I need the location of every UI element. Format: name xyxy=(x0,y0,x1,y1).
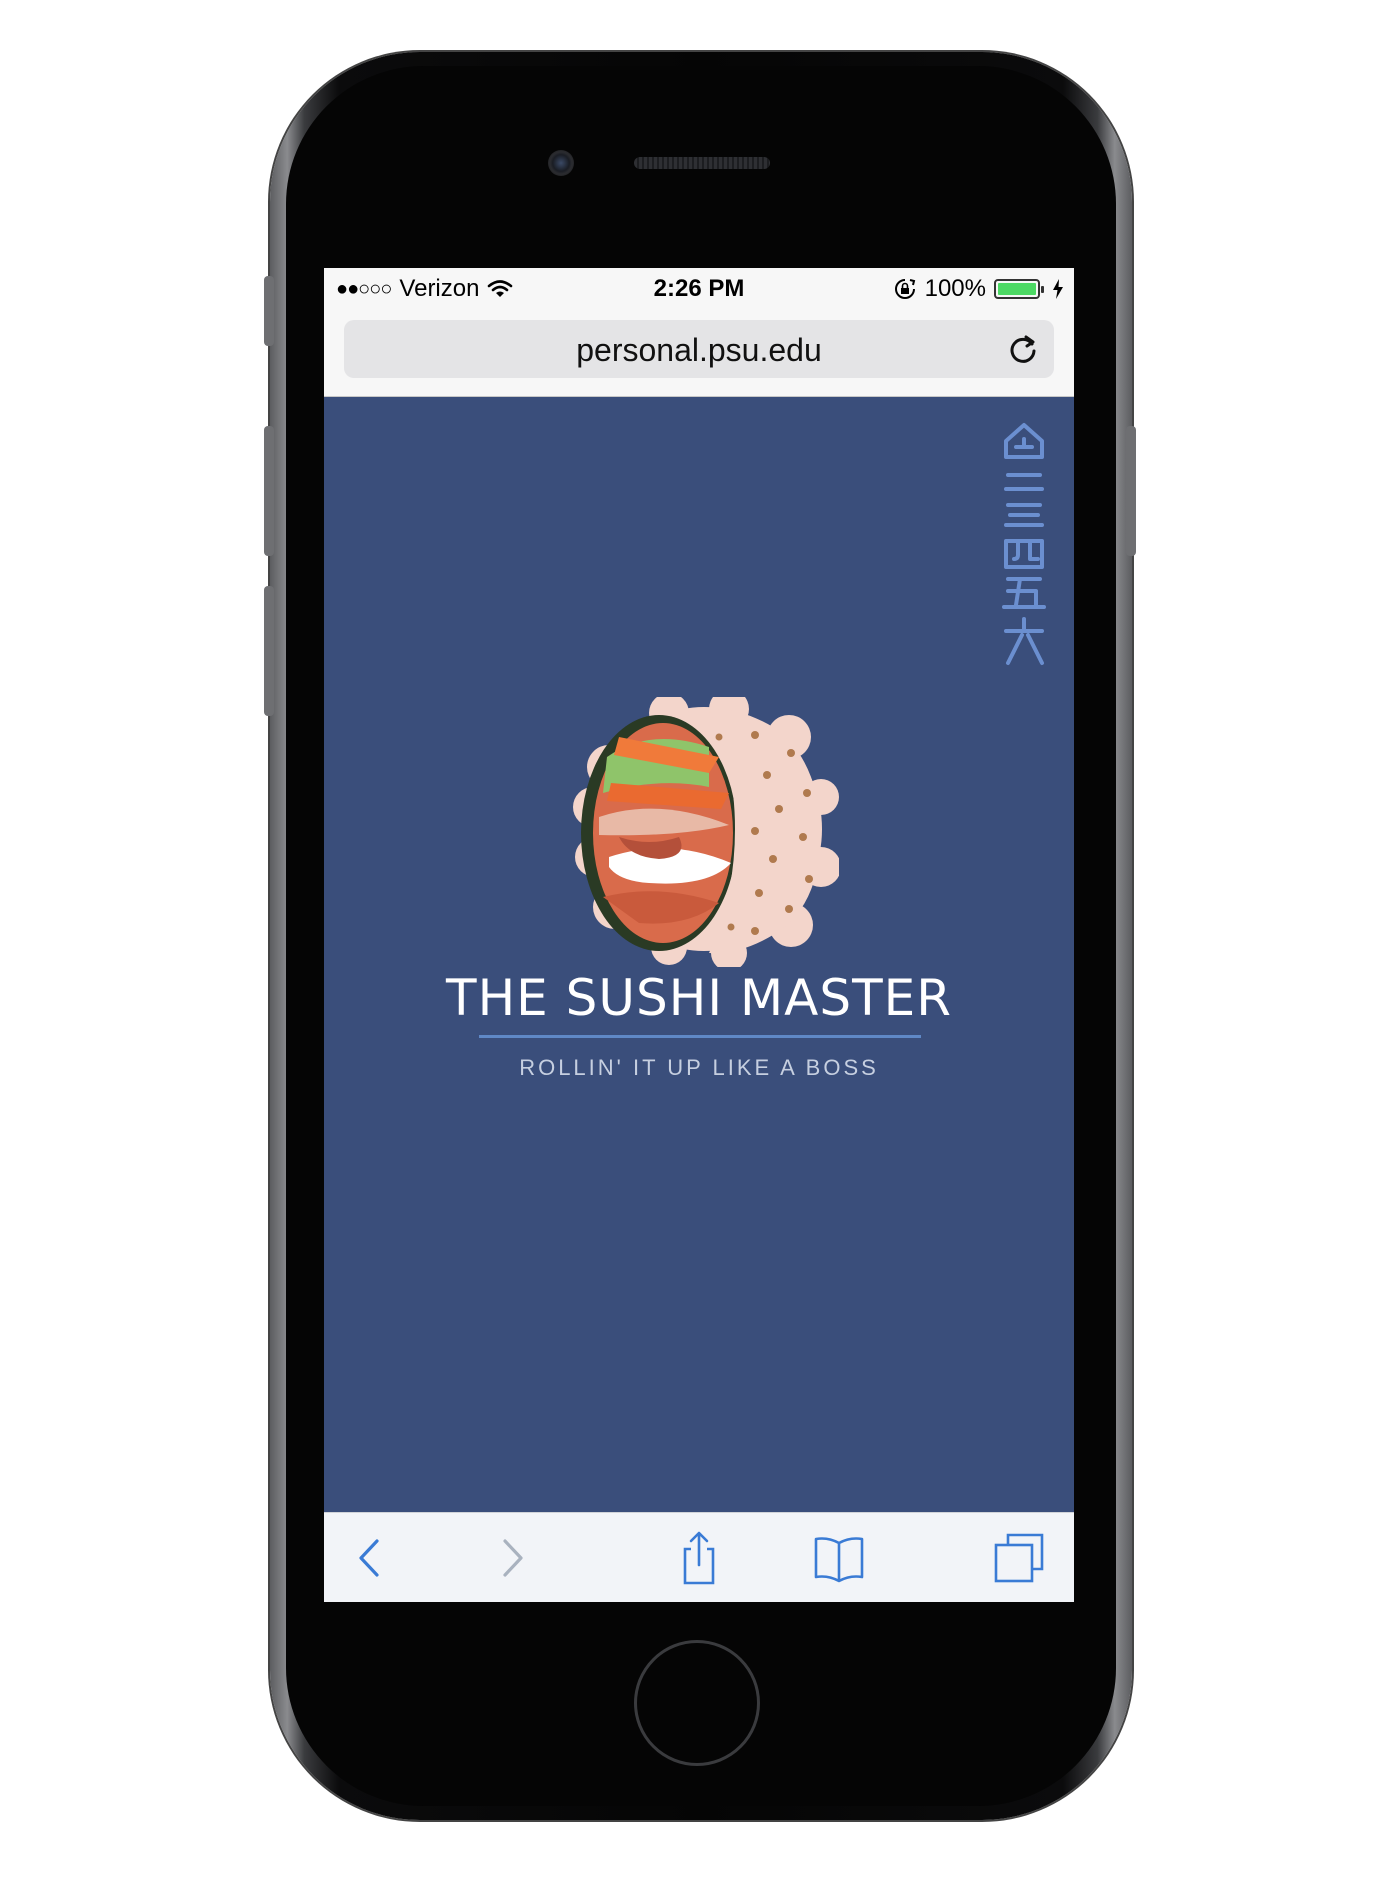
tagline: ROLLIN' IT UP LIKE A BOSS xyxy=(519,1055,879,1080)
bookmarks-icon[interactable] xyxy=(812,1531,866,1585)
nav-glyph-3[interactable] xyxy=(1004,503,1044,527)
nav-glyph-4[interactable] xyxy=(1004,539,1044,569)
volume-down-button xyxy=(264,586,274,716)
address-bar[interactable]: personal.psu.edu xyxy=(344,320,1054,378)
filling xyxy=(593,723,733,943)
screen: ●●○○○ Verizon 2:26 PM 100% personal.psu.… xyxy=(324,268,1074,1602)
status-bar: ●●○○○ Verizon 2:26 PM 100% xyxy=(324,268,1074,312)
battery-fill xyxy=(998,283,1036,295)
power-button xyxy=(1126,426,1136,556)
status-right: 100% xyxy=(893,275,1064,303)
volume-up-button xyxy=(264,426,274,556)
rotation-lock-icon xyxy=(894,279,915,299)
sushi-logo xyxy=(573,697,839,967)
url-text[interactable]: personal.psu.edu xyxy=(344,332,1054,369)
forward-icon[interactable] xyxy=(484,1531,538,1585)
stage: ●●○○○ Verizon 2:26 PM 100% personal.psu.… xyxy=(0,0,1398,1883)
page-title: THE SUSHI MASTER xyxy=(446,969,952,1027)
browser-toolbar xyxy=(324,1512,1074,1602)
title-underline xyxy=(479,1035,921,1038)
nav-glyph-5[interactable] xyxy=(1002,577,1046,609)
tabs-icon[interactable] xyxy=(992,1531,1046,1585)
share-icon[interactable] xyxy=(672,1531,726,1585)
mute-switch xyxy=(264,276,274,346)
page-content: THE SUSHI MASTER ROLLIN' IT UP LIKE A BO… xyxy=(324,397,1074,1512)
nav-glyph-6[interactable] xyxy=(1004,617,1044,665)
reload-icon[interactable] xyxy=(1006,332,1040,366)
charging-bolt-icon xyxy=(1053,279,1063,299)
front-camera xyxy=(548,150,574,176)
earpiece-speaker xyxy=(634,157,770,169)
battery-percent: 100% xyxy=(924,275,986,302)
battery-icon xyxy=(994,279,1044,299)
back-icon[interactable] xyxy=(344,1531,398,1585)
address-bar-area: personal.psu.edu xyxy=(324,312,1074,397)
nav-glyph-2[interactable] xyxy=(1004,473,1044,491)
home-button[interactable] xyxy=(634,1640,760,1766)
nav-menu[interactable] xyxy=(1000,421,1048,671)
home-icon[interactable] xyxy=(1004,423,1044,459)
